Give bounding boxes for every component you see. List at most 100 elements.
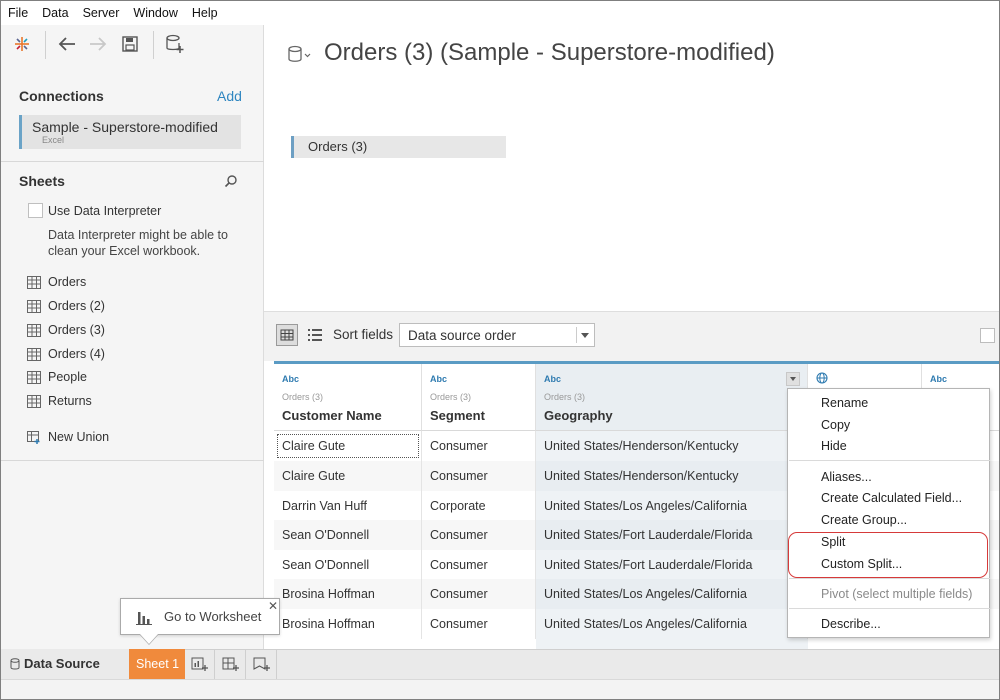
data-source-title[interactable]: Orders (3) (Sample - Superstore-modified… (324, 39, 775, 67)
sheet-item-label: Orders (3) (48, 323, 105, 337)
forward-arrow-icon[interactable] (88, 34, 108, 54)
menu-item-hide[interactable]: Hide (821, 439, 847, 453)
cell-geography[interactable]: United States/Los Angeles/California (536, 609, 808, 639)
search-icon[interactable] (224, 174, 238, 188)
tab-sheet-1[interactable]: Sheet 1 (129, 649, 185, 679)
menu-item-create-calculated-field[interactable]: Create Calculated Field... (821, 491, 962, 505)
connections-title: Connections (19, 88, 104, 104)
new-union-item[interactable]: New Union (27, 428, 109, 446)
menu-item-aliases[interactable]: Aliases... (821, 470, 872, 484)
cell-segment[interactable]: Consumer (422, 579, 536, 609)
menu-item-rename[interactable]: Rename (821, 396, 868, 410)
menu-item-describe[interactable]: Describe... (821, 617, 881, 631)
split-highlight-annotation (788, 532, 988, 578)
cell-segment[interactable]: Corporate (422, 491, 536, 521)
tableau-logo-icon[interactable] (12, 34, 32, 54)
cell-customer-name[interactable]: Claire Gute (274, 461, 422, 491)
menu-separator (789, 460, 990, 461)
menu-separator (789, 578, 990, 579)
cell-geography[interactable]: United States/Fort Lauderdale/Florida (536, 520, 808, 550)
string-type-icon[interactable]: Abc (430, 374, 447, 384)
string-type-icon[interactable]: Abc (544, 374, 561, 384)
cell-geography[interactable]: United States/Henderson/Kentucky (536, 461, 808, 491)
connection-item[interactable]: Sample - Superstore-modified Excel (19, 115, 241, 149)
cell-geography[interactable]: United States/Henderson/Kentucky (536, 431, 808, 461)
sheet-grid-icon (27, 323, 41, 337)
cell-customer-name[interactable]: Sean O'Donnell (274, 550, 422, 580)
show-aliases-checkbox[interactable] (980, 328, 995, 343)
cell-segment[interactable]: Consumer (422, 609, 536, 639)
menu-file[interactable]: File (8, 6, 28, 20)
menu-server[interactable]: Server (83, 6, 120, 20)
cell-segment[interactable]: Consumer (422, 431, 536, 461)
column-source: Orders (3) (544, 392, 586, 402)
column-name: Segment (430, 408, 485, 423)
cell-segment[interactable]: Consumer (422, 550, 536, 580)
cell-customer-name[interactable]: Sean O'Donnell (274, 520, 422, 550)
sort-fields-select[interactable]: Data source order (399, 323, 595, 347)
sheet-item-people[interactable]: People (27, 368, 87, 386)
new-worksheet-button[interactable] (185, 649, 215, 679)
column-menu-dropdown-icon[interactable] (786, 372, 800, 386)
cell-segment[interactable]: Consumer (422, 520, 536, 550)
cell-customer-name[interactable]: Darrin Van Huff (274, 491, 422, 521)
new-story-button[interactable] (247, 649, 277, 679)
column-name: Geography (544, 408, 613, 423)
column-header-geography[interactable]: Abc Orders (3) Geography (536, 364, 808, 431)
sheet-item-label: Orders (48, 275, 87, 289)
new-dashboard-button[interactable] (216, 649, 246, 679)
connection-name: Sample - Superstore-modified (32, 119, 218, 135)
section-divider (1, 460, 264, 461)
cell-geography[interactable]: United States/Los Angeles/California (536, 491, 808, 521)
save-icon[interactable] (120, 34, 140, 54)
cell-geography[interactable]: United States/Los Angeles/California (536, 579, 808, 609)
globe-icon[interactable] (816, 372, 828, 386)
sheet-item-label: Returns (48, 394, 92, 408)
cell-geography[interactable]: United States/Fort Lauderdale/Florida (536, 550, 808, 580)
sheet-item-orders-3[interactable]: Orders (3) (27, 321, 105, 339)
column-header-customer-name[interactable]: Abc Orders (3) Customer Name (274, 364, 422, 431)
sheet-item-label: Orders (2) (48, 299, 105, 313)
sheet-grid-icon (27, 275, 41, 289)
database-dropdown-icon[interactable] (287, 45, 311, 65)
cell-segment[interactable]: Consumer (422, 461, 536, 491)
menu-item-create-group[interactable]: Create Group... (821, 513, 907, 527)
sheets-title: Sheets (19, 173, 65, 189)
new-union-icon (27, 430, 40, 444)
table-pill[interactable]: Orders (3) (291, 136, 506, 158)
tooltip-text: Go to Worksheet (164, 609, 262, 624)
status-bar (1, 679, 999, 699)
column-header-segment[interactable]: Abc Orders (3) Segment (422, 364, 536, 431)
menu-item-copy[interactable]: Copy (821, 418, 850, 432)
sheet-item-orders-4[interactable]: Orders (4) (27, 345, 105, 363)
menu-data[interactable]: Data (42, 6, 68, 20)
menu-window[interactable]: Window (133, 6, 177, 20)
column-source: Orders (3) (282, 392, 324, 402)
tab-data-source[interactable]: Data Source (1, 649, 129, 679)
sheet-grid-icon (27, 370, 41, 384)
data-interpreter-label: Use Data Interpreter (48, 204, 162, 218)
sheet-item-returns[interactable]: Returns (27, 392, 92, 410)
toolbar (1, 25, 264, 65)
tooltip-arrow-inner (140, 634, 158, 644)
list-view-button[interactable] (306, 326, 324, 344)
data-interpreter-checkbox[interactable] (28, 203, 43, 218)
cell-customer-name[interactable]: Brosina Hoffman (274, 609, 422, 639)
new-dashboard-icon (222, 657, 239, 671)
go-to-worksheet-tooltip[interactable]: Go to Worksheet ✕ (120, 598, 280, 635)
add-connection-link[interactable]: Add (217, 88, 242, 104)
sheet-item-orders-2[interactable]: Orders (2) (27, 297, 105, 315)
grid-view-button[interactable] (276, 324, 298, 346)
sheet-grid-icon (27, 347, 41, 361)
data-interpreter-note: Data Interpreter might be able to clean … (48, 228, 228, 258)
cell-customer-name[interactable]: Claire Gute (274, 431, 422, 461)
back-arrow-icon[interactable] (57, 34, 77, 54)
cell-customer-name[interactable]: Brosina Hoffman (274, 579, 422, 609)
new-data-source-icon[interactable] (165, 34, 185, 54)
string-type-icon[interactable]: Abc (282, 374, 299, 384)
menu-help[interactable]: Help (192, 6, 218, 20)
tab-data-source-label: Data Source (24, 656, 100, 671)
close-icon[interactable]: ✕ (268, 599, 278, 613)
sheet-item-orders[interactable]: Orders (27, 273, 86, 291)
string-type-icon[interactable]: Abc (930, 374, 947, 384)
